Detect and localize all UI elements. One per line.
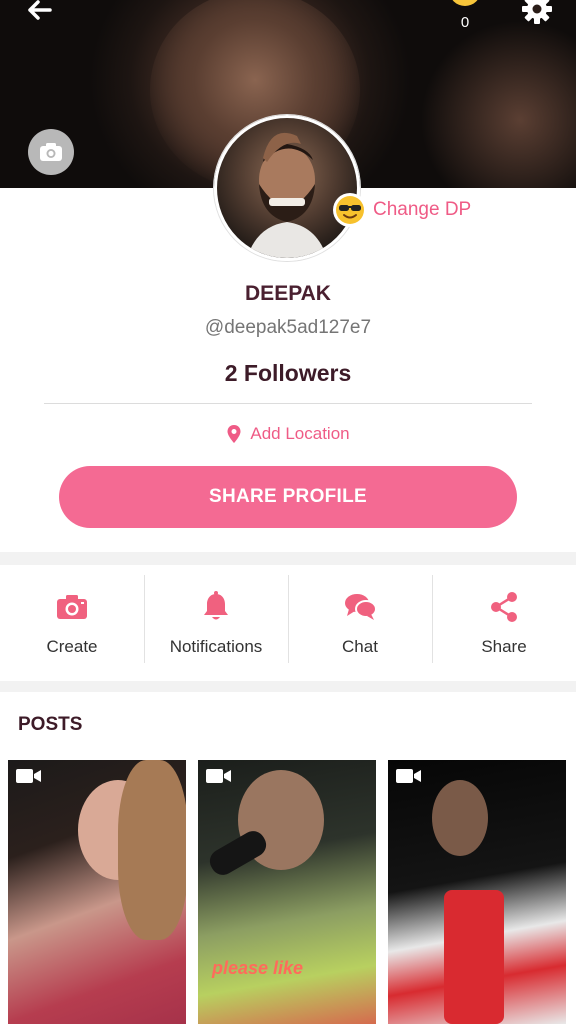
profile-handle: @deepak5ad127e7 bbox=[204, 317, 372, 338]
notifications-button[interactable]: Notifications bbox=[144, 565, 288, 681]
posts-section: POSTS please like bbox=[0, 692, 576, 1024]
coin-count: 0 bbox=[460, 14, 470, 31]
sunglasses-emoji-icon bbox=[333, 193, 367, 227]
cover-photo-shape bbox=[420, 20, 576, 188]
location-pin-icon bbox=[227, 425, 241, 443]
post-thumbnail[interactable] bbox=[8, 760, 186, 1024]
change-dp-label: Change DP bbox=[373, 199, 472, 220]
profile-name: DEEPAK bbox=[245, 282, 331, 305]
change-dp-button[interactable]: Change DP bbox=[333, 193, 471, 227]
avatar[interactable] bbox=[214, 115, 360, 261]
camera-icon bbox=[40, 143, 62, 161]
bell-icon bbox=[198, 589, 234, 625]
create-label: Create bbox=[46, 637, 98, 656]
post-caption: please like bbox=[212, 958, 304, 978]
share-icon bbox=[486, 589, 522, 625]
share-label: Share bbox=[481, 637, 527, 656]
video-camera-icon bbox=[16, 769, 41, 783]
chat-button[interactable]: Chat bbox=[288, 565, 432, 681]
actions-bar: Create Notifications Chat Share bbox=[0, 565, 576, 681]
followers-count[interactable]: 2 Followers bbox=[0, 360, 576, 387]
create-button[interactable]: Create bbox=[0, 565, 144, 681]
post-hair-shape bbox=[118, 760, 186, 940]
coin-icon[interactable] bbox=[449, 0, 481, 6]
post-thumbnail[interactable] bbox=[388, 760, 566, 1024]
gear-icon[interactable] bbox=[520, 0, 554, 26]
video-camera-icon bbox=[396, 769, 421, 783]
post-subject-shape bbox=[432, 780, 488, 856]
post-microphone-shape bbox=[205, 826, 271, 880]
add-location-button[interactable]: Add Location bbox=[0, 424, 576, 444]
chat-label: Chat bbox=[342, 637, 378, 656]
share-profile-button[interactable]: SHARE PROFILE bbox=[59, 466, 517, 528]
share-button[interactable]: Share bbox=[432, 565, 576, 681]
add-location-label: Add Location bbox=[250, 424, 350, 443]
profile-screen: 0 Change DP DEEPAK @deepak5ad127e7 2 Fol… bbox=[0, 0, 576, 1024]
cover-camera-button[interactable] bbox=[28, 129, 74, 175]
post-shirt-shape bbox=[444, 890, 504, 1024]
posts-title: POSTS bbox=[18, 714, 83, 735]
video-camera-icon bbox=[206, 769, 231, 783]
back-arrow-icon[interactable] bbox=[20, 0, 64, 28]
avatar-photo bbox=[247, 132, 327, 258]
camera-icon bbox=[54, 589, 90, 625]
notifications-label: Notifications bbox=[169, 637, 263, 656]
post-thumbnail[interactable]: please like bbox=[198, 760, 376, 1024]
divider bbox=[44, 403, 532, 404]
chat-bubbles-icon bbox=[342, 589, 378, 625]
